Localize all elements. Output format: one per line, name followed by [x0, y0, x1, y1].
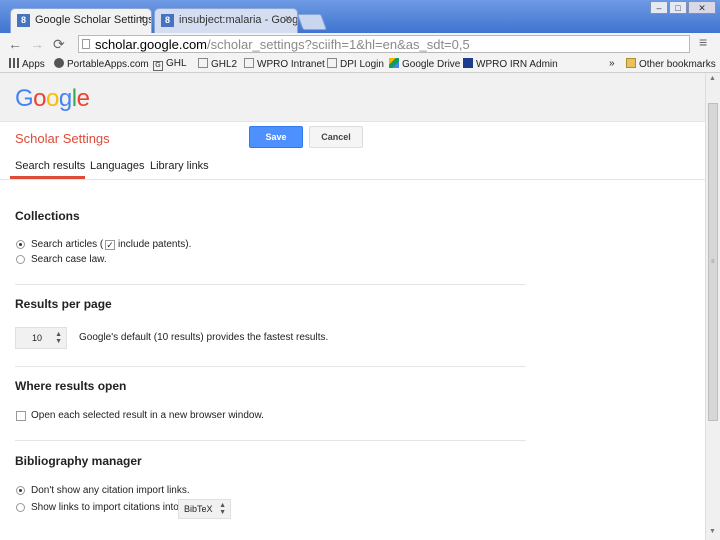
results-per-page-select[interactable]: 10 ▲ ▼ — [15, 327, 67, 349]
bookmark-portableapps[interactable]: PortableApps.com — [54, 58, 149, 70]
folder-icon — [626, 58, 636, 68]
wpro-icon — [463, 58, 473, 68]
bookmark-wpro-intranet[interactable]: WPRO Intranet — [244, 58, 325, 70]
scrollbar-thumb[interactable]: ≡ — [708, 103, 718, 421]
google-icon: G — [153, 61, 163, 71]
url-text: scholar.google.com/scholar_settings?scii… — [95, 37, 470, 52]
include-patents-label: include patents). — [118, 239, 192, 250]
search-case-law-radio[interactable] — [16, 255, 25, 264]
section-divider — [15, 284, 526, 285]
tab-divider — [0, 179, 705, 180]
where-results-open-heading: Where results open — [15, 379, 127, 393]
browser-tabstrip: 8 Google Scholar Settings × 8 insubject:… — [0, 0, 720, 33]
tab-search-results[interactable]: Search results — [15, 160, 85, 172]
bookmark-wpro-irn-admin[interactable]: WPRO IRN Admin — [463, 58, 558, 70]
vertical-scrollbar[interactable]: ▲ ≡ ▼ — [705, 73, 720, 540]
portableapps-icon — [54, 58, 64, 68]
page-content: Google Scholar Settings Save Cancel Sear… — [0, 73, 705, 540]
back-arrow-icon[interactable]: ← — [8, 36, 22, 52]
no-citation-links-radio[interactable] — [16, 486, 25, 495]
section-divider — [15, 366, 526, 367]
bookmarks-bar: Apps PortableApps.com G GHL GHL2 WPRO Int… — [0, 55, 720, 73]
forward-arrow-icon[interactable]: → — [30, 36, 44, 52]
reload-icon[interactable]: ⟳ — [53, 36, 65, 53]
bookmark-google-drive[interactable]: Google Drive — [389, 58, 460, 70]
results-per-page-value: 10 — [32, 333, 43, 343]
search-articles-label: Search articles ( — [31, 239, 104, 250]
tab-google-scholar-settings[interactable]: 8 Google Scholar Settings × — [10, 8, 152, 33]
citation-format-select[interactable]: BibTeX ▲ ▼ — [178, 499, 231, 519]
show-citation-links-label: Show links to import citations into — [31, 502, 179, 513]
results-per-page-note: Google's default (10 results) provides t… — [79, 332, 329, 343]
tab-close-icon[interactable]: × — [285, 13, 291, 25]
cancel-button[interactable]: Cancel — [309, 126, 363, 148]
bookmark-ghl2[interactable]: GHL2 — [198, 58, 237, 70]
open-new-window-label: Open each selected result in a new brows… — [31, 410, 264, 421]
up-down-arrows-icon: ▲ ▼ — [219, 502, 226, 516]
up-down-arrows-icon: ▲ ▼ — [55, 331, 62, 345]
tab-label: Google Scholar Settings — [35, 14, 152, 26]
tab-label: insubject:malaria - Google — [179, 14, 298, 26]
page-icon — [82, 39, 90, 49]
no-citation-links-label: Don't show any citation import links. — [31, 485, 190, 496]
google-header: Google — [0, 73, 705, 122]
scroll-down-arrow-icon[interactable]: ▼ — [709, 528, 716, 535]
scholar-favicon-icon: 8 — [17, 14, 30, 27]
other-bookmarks-folder[interactable]: Other bookmarks — [626, 58, 716, 70]
address-bar[interactable]: scholar.google.com/scholar_settings?scii… — [78, 35, 690, 53]
save-button[interactable]: Save — [249, 126, 303, 148]
bibliography-manager-heading: Bibliography manager — [15, 454, 142, 468]
page-icon — [198, 58, 208, 68]
new-tab-button[interactable] — [297, 14, 327, 30]
section-divider — [15, 440, 526, 441]
bookmark-apps[interactable]: Apps — [9, 58, 45, 70]
google-drive-icon — [389, 58, 399, 68]
tab-library-links[interactable]: Library links — [150, 160, 209, 172]
menu-icon[interactable]: ≡ — [699, 34, 707, 50]
more-bookmarks-chevron-icon[interactable]: » — [609, 58, 615, 69]
bookmark-ghl[interactable]: G GHL — [153, 58, 187, 71]
maximize-icon[interactable]: □ — [669, 1, 687, 14]
search-case-law-label: Search case law. — [31, 254, 107, 265]
search-articles-radio[interactable] — [16, 240, 25, 249]
page-icon — [244, 58, 254, 68]
citation-format-value: BibTeX — [184, 504, 213, 514]
page-title: Scholar Settings — [15, 131, 110, 146]
scrollbar-grip-icon: ≡ — [711, 259, 715, 265]
google-logo[interactable]: Google — [15, 85, 90, 113]
show-citation-links-radio[interactable] — [16, 503, 25, 512]
tab-insubject-malaria[interactable]: 8 insubject:malaria - Google × — [154, 8, 298, 33]
tab-close-icon[interactable]: × — [139, 13, 145, 25]
open-new-window-checkbox[interactable] — [16, 411, 26, 421]
minimize-icon[interactable]: – — [650, 1, 668, 14]
tab-languages[interactable]: Languages — [90, 160, 144, 172]
collections-heading: Collections — [15, 209, 80, 223]
close-window-icon[interactable]: ✕ — [688, 1, 716, 14]
page-icon — [327, 58, 337, 68]
results-per-page-heading: Results per page — [15, 297, 112, 311]
apps-grid-icon — [9, 58, 19, 68]
scholar-favicon-icon: 8 — [161, 14, 174, 27]
include-patents-checkbox[interactable]: ✓ — [105, 240, 115, 250]
bookmark-dpi-login[interactable]: DPI Login — [327, 58, 384, 70]
scroll-up-arrow-icon[interactable]: ▲ — [709, 75, 716, 82]
